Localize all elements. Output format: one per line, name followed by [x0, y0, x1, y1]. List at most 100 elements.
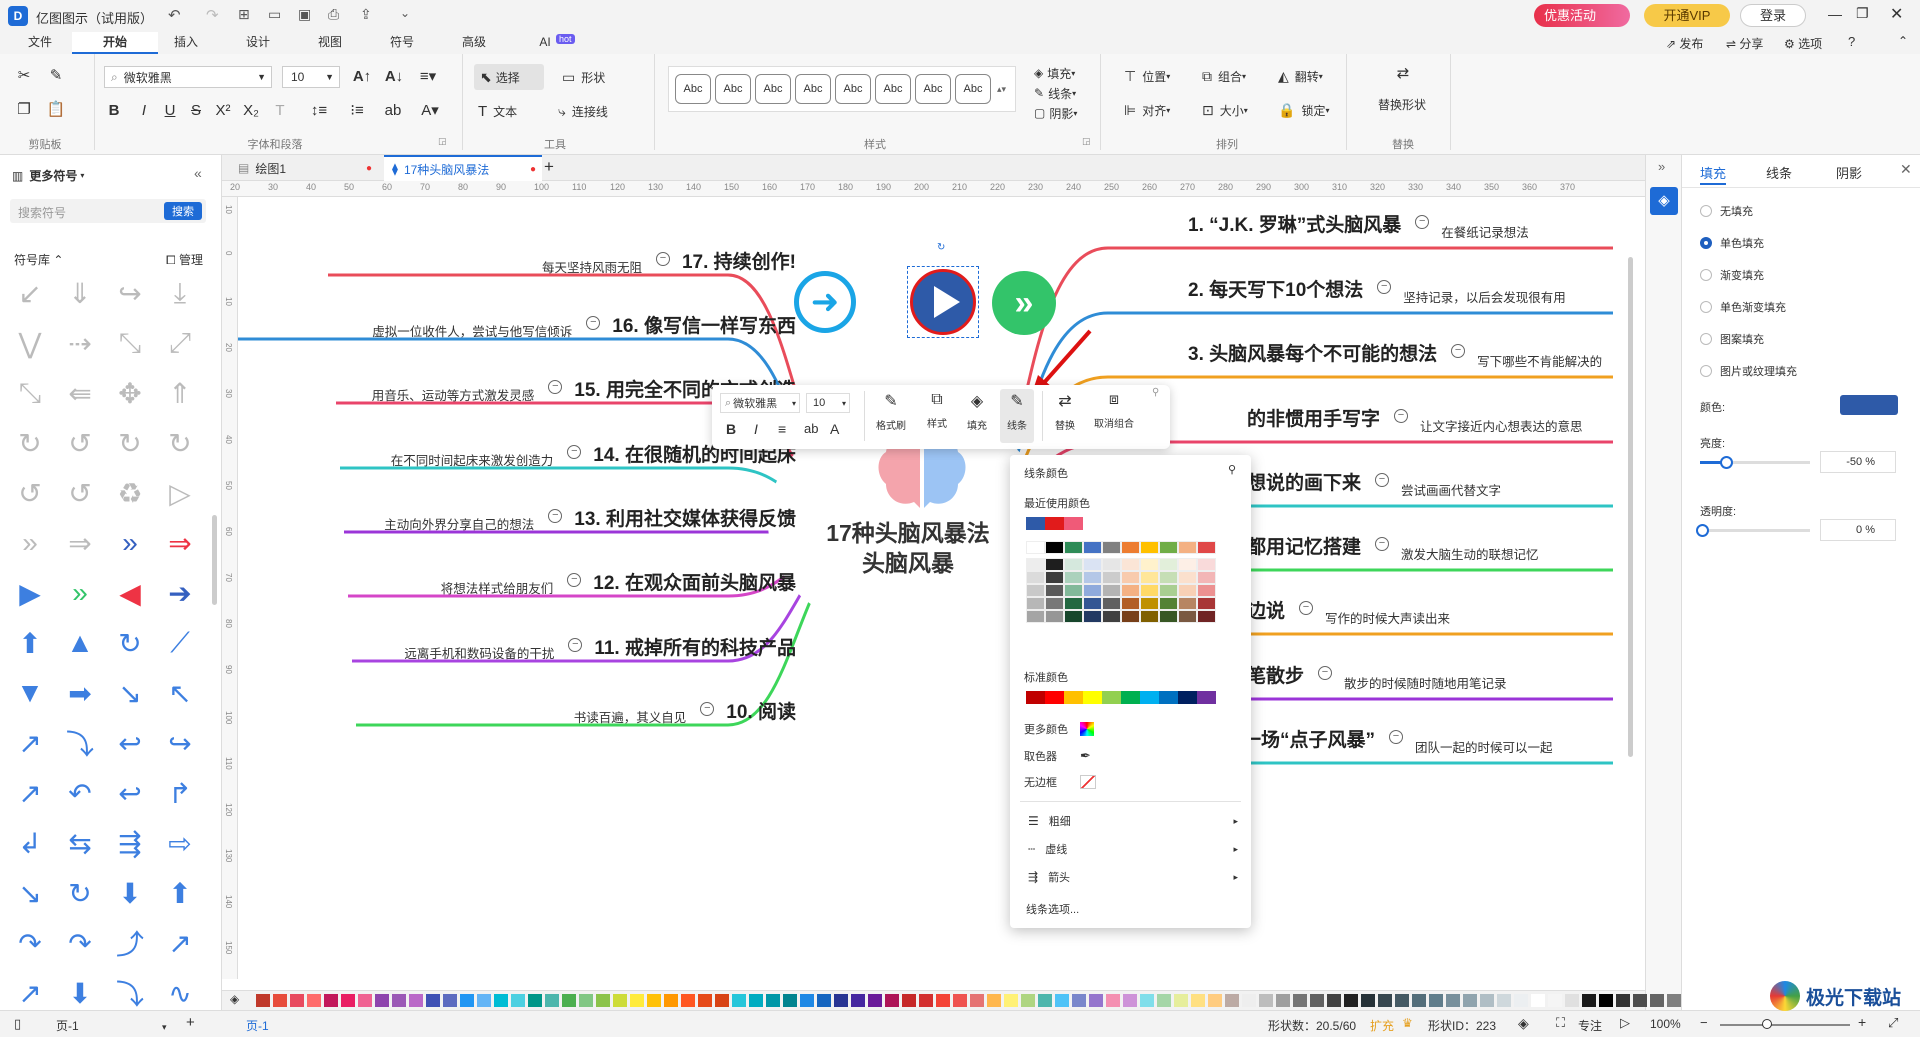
palette-swatch[interactable] — [1208, 994, 1222, 1007]
palette-swatch[interactable] — [1599, 994, 1613, 1007]
theme-color-swatch[interactable] — [1064, 571, 1083, 584]
scrollbar-thumb[interactable] — [212, 515, 217, 605]
symbol-search-button[interactable]: 搜索 — [164, 202, 202, 220]
palette-swatch[interactable] — [783, 994, 797, 1007]
theme-color-swatch[interactable] — [1026, 597, 1045, 610]
restore-icon[interactable]: ❐ — [1856, 5, 1869, 22]
symbol-arrow-icon[interactable]: ⤓ — [162, 275, 198, 311]
symbol-arrow-icon[interactable]: ▶ — [12, 575, 48, 611]
theme-color-swatch[interactable] — [1140, 558, 1159, 571]
symbol-arrow-icon[interactable]: ⇢ — [62, 325, 98, 361]
zoom-slider[interactable] — [1720, 1019, 1850, 1029]
palette-swatch[interactable] — [1191, 994, 1205, 1007]
size-button[interactable]: ⊡ 大小 ▾ — [1202, 102, 1248, 119]
theme-color-swatch[interactable] — [1064, 610, 1083, 623]
theme-color-swatch[interactable] — [1102, 571, 1121, 584]
palette-swatch[interactable] — [443, 994, 457, 1007]
central-topic[interactable]: 17种头脑风暴法 头脑风暴 — [768, 422, 1048, 622]
format-painter-button[interactable]: ✎ 格式刷 — [872, 391, 910, 432]
replace-shape-icon[interactable]: ⇄ — [1392, 64, 1414, 84]
theme-color-swatch[interactable] — [1178, 571, 1197, 584]
symbol-arrow-icon[interactable]: ↪ — [162, 725, 198, 761]
style-preset[interactable]: Abc — [715, 74, 751, 104]
page-panel-icon[interactable]: ▯ — [14, 1016, 21, 1032]
palette-swatch[interactable] — [324, 994, 338, 1007]
rotate-handle-icon[interactable]: ↻ — [937, 242, 945, 253]
text-case-icon[interactable]: ab — [804, 421, 818, 436]
recent-color-swatch[interactable] — [1045, 517, 1064, 530]
style-button[interactable]: ⧉ 样式 — [920, 391, 954, 430]
symbol-arrow-icon[interactable]: ↘ — [12, 875, 48, 911]
dialog-launcher-icon[interactable]: ◲ — [1082, 136, 1091, 147]
theme-color-swatch[interactable] — [1178, 597, 1197, 610]
palette-swatch[interactable] — [647, 994, 661, 1007]
topic-title[interactable]: 1. “J.K. 罗琳”式头脑风暴 — [1188, 210, 1401, 237]
palette-swatch[interactable] — [970, 994, 984, 1007]
arrow-right-circle-icon[interactable]: ➜ — [794, 271, 856, 333]
theme-color-swatch[interactable] — [1140, 571, 1159, 584]
standard-color-swatch[interactable] — [1121, 691, 1140, 704]
standard-color-swatch[interactable] — [1197, 691, 1216, 704]
tab-insert[interactable]: 插入 — [166, 32, 206, 54]
theme-color-swatch[interactable] — [1140, 541, 1159, 554]
theme-color-swatch[interactable] — [1121, 541, 1140, 554]
double-chevron-circle-icon[interactable]: » — [992, 271, 1056, 335]
print-icon[interactable]: ⎙ — [328, 6, 339, 23]
palette-swatch[interactable] — [800, 994, 814, 1007]
palette-swatch[interactable] — [1531, 994, 1545, 1007]
palette-swatch[interactable] — [256, 994, 270, 1007]
collapse-ribbon-icon[interactable]: ⌃ — [1898, 34, 1908, 48]
style-preset[interactable]: Abc — [955, 74, 991, 104]
superscript-icon[interactable]: X² — [212, 101, 234, 121]
palette-swatch[interactable] — [1429, 994, 1443, 1007]
select-tool-button[interactable]: ⬉ 选择 — [474, 64, 544, 90]
palette-swatch[interactable] — [732, 994, 746, 1007]
symbol-arrow-icon[interactable]: ➡ — [62, 675, 98, 711]
theme-color-swatch[interactable] — [1045, 541, 1064, 554]
palette-swatch[interactable] — [1225, 994, 1239, 1007]
palette-swatch[interactable] — [1667, 994, 1681, 1007]
topic-title[interactable]: 3. 头脑风暴每个不可能的想法 — [1188, 339, 1437, 366]
palette-swatch[interactable] — [1140, 994, 1154, 1007]
palette-swatch[interactable] — [426, 994, 440, 1007]
theme-color-swatch[interactable] — [1102, 597, 1121, 610]
topic-note[interactable]: 激发大脑生动的联想记忆 — [1401, 544, 1539, 563]
theme-color-swatch[interactable] — [1159, 610, 1178, 623]
palette-swatch[interactable] — [1072, 994, 1086, 1007]
line-button[interactable]: ✎ 线条 ▾ — [1034, 84, 1076, 102]
symbol-arrow-icon[interactable]: ⤡ — [112, 325, 148, 361]
more-symbols-button[interactable]: ▥ 更多符号 ▾ — [12, 167, 84, 184]
theme-color-swatch[interactable] — [1178, 610, 1197, 623]
palette-swatch[interactable] — [1463, 994, 1477, 1007]
palette-swatch[interactable] — [1089, 994, 1103, 1007]
no-border-item[interactable]: 无边框 — [1024, 774, 1224, 790]
symbol-arrow-icon[interactable]: » — [12, 525, 48, 561]
theme-color-swatch[interactable] — [1064, 584, 1083, 597]
tab-view[interactable]: 视图 — [310, 32, 350, 54]
shrink-font-icon[interactable]: A↓ — [384, 67, 404, 87]
palette-swatch[interactable] — [766, 994, 780, 1007]
palette-swatch[interactable] — [1514, 994, 1528, 1007]
style-preset[interactable]: Abc — [795, 74, 831, 104]
add-tab-icon[interactable]: + — [544, 157, 554, 177]
palette-swatch[interactable] — [664, 994, 678, 1007]
theme-color-swatch[interactable] — [1121, 584, 1140, 597]
topic-note[interactable]: 用音乐、运动等方式激发灵感 — [372, 385, 535, 404]
symbol-arrow-icon[interactable]: ▼ — [12, 675, 48, 711]
collapse-toggle-icon[interactable]: − — [1389, 730, 1404, 744]
promo-button[interactable]: 优惠活动 — [1534, 4, 1630, 27]
symbol-arrow-icon[interactable]: ⤢ — [162, 325, 198, 361]
new-icon[interactable]: ⊞ — [238, 6, 250, 23]
standard-color-swatch[interactable] — [1045, 691, 1064, 704]
symbol-arrow-icon[interactable]: ↗ — [12, 975, 48, 1011]
symbol-arrow-icon[interactable]: ↩ — [112, 775, 148, 811]
flip-button[interactable]: ◭ 翻转 ▾ — [1278, 68, 1323, 85]
palette-swatch[interactable] — [1310, 994, 1324, 1007]
symbol-arrow-icon[interactable]: ↩ — [112, 725, 148, 761]
topic-note[interactable]: 写作的时候大声读出来 — [1325, 608, 1450, 627]
bold-icon[interactable]: B — [726, 421, 736, 437]
palette-swatch[interactable] — [579, 994, 593, 1007]
symbol-arrow-icon[interactable]: ↙ — [12, 275, 48, 311]
arrow-item[interactable]: ⇶ 箭头 ▸ — [1028, 869, 1238, 885]
line-weight-item[interactable]: ☰ 粗细 ▸ — [1028, 813, 1238, 829]
